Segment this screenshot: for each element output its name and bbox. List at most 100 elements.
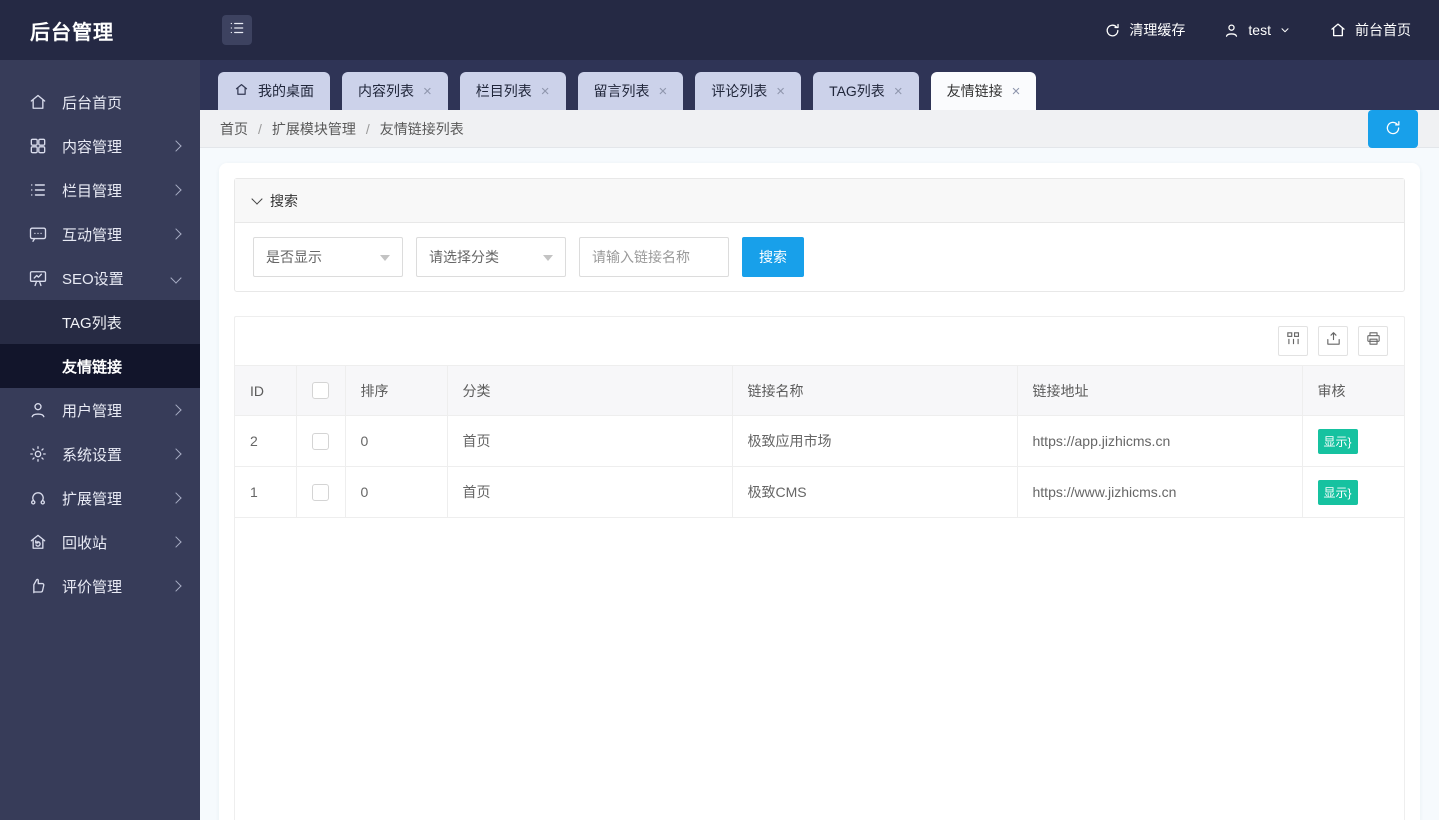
close-icon[interactable]: ×	[776, 84, 785, 99]
tab-label: 我的桌面	[258, 83, 314, 99]
sidebar-item-label: 栏目管理	[62, 182, 123, 200]
table-toolbar	[235, 317, 1404, 365]
page-refresh-button[interactable]	[1368, 110, 1418, 148]
content-icon	[28, 136, 48, 156]
sidebar-item-content[interactable]: 内容管理	[0, 124, 200, 168]
tab-message-list[interactable]: 留言列表 ×	[577, 72, 684, 110]
extension-icon	[28, 488, 48, 508]
user-icon	[1223, 22, 1240, 39]
sidebar-item-label: 用户管理	[62, 402, 123, 420]
cell-id: 2	[235, 415, 297, 467]
tab-bar: 我的桌面 内容列表 × 栏目列表 × 留言列表 × 评论列表 × TAG列表 ×	[200, 60, 1439, 110]
sidebar-item-interaction[interactable]: 互动管理	[0, 212, 200, 256]
export-button[interactable]	[1318, 326, 1348, 356]
header-actions: 清理缓存 test 前台首页	[1104, 20, 1439, 40]
col-header-id: ID	[235, 365, 297, 416]
breadcrumb-extension-module[interactable]: 扩展模块管理	[272, 119, 356, 139]
sidebar-item-columns[interactable]: 栏目管理	[0, 168, 200, 212]
search-panel: 搜索 是否显示 请选择分类 搜索	[234, 178, 1405, 292]
col-header-audit: 审核	[1301, 365, 1404, 416]
close-icon[interactable]: ×	[894, 84, 903, 99]
sidebar-item-label: SEO设置	[62, 270, 124, 288]
select-all-checkbox[interactable]	[311, 382, 329, 400]
sidebar-item-label: 评价管理	[62, 578, 123, 596]
chevron-right-icon	[170, 580, 182, 592]
home-icon	[1329, 21, 1347, 39]
seo-icon	[28, 268, 48, 288]
tab-comment-list[interactable]: 评论列表 ×	[695, 72, 802, 110]
close-icon[interactable]: ×	[659, 84, 668, 99]
sidebar-subitem-tag-list[interactable]: TAG列表	[0, 300, 200, 344]
status-badge[interactable]: 显示}	[1317, 428, 1358, 454]
content-area: 搜索 是否显示 请选择分类 搜索	[200, 148, 1439, 820]
table-row: 1 0 首页 极致CMS https://www.jizhicms.cn 显示}	[235, 466, 1404, 518]
cell-id: 1	[235, 466, 297, 518]
show-filter-value: 是否显示	[266, 249, 322, 265]
sidebar-item-backend-home[interactable]: 后台首页	[0, 80, 200, 124]
admin-app: 后台管理 清理缓存 test 前台首页 后台首页 内容管理 栏目管理 互动管理 …	[0, 0, 1439, 820]
tab-column-list[interactable]: 栏目列表 ×	[459, 72, 566, 110]
print-icon	[1365, 330, 1382, 352]
search-panel-body: 是否显示 请选择分类 搜索	[235, 223, 1404, 291]
print-button[interactable]	[1358, 326, 1388, 356]
sidebar-item-extensions[interactable]: 扩展管理	[0, 476, 200, 520]
refresh-icon	[1104, 22, 1121, 39]
tab-content-list[interactable]: 内容列表 ×	[342, 72, 448, 110]
columns-filter-button[interactable]	[1278, 326, 1308, 356]
home-icon	[28, 92, 48, 112]
close-icon[interactable]: ×	[423, 84, 432, 99]
sidebar-item-users[interactable]: 用户管理	[0, 388, 200, 432]
col-header-select	[295, 365, 346, 416]
sidebar-subitem-friend-links[interactable]: 友情链接	[0, 344, 200, 388]
cell-category: 首页	[446, 466, 733, 518]
col-header-link-name: 链接名称	[731, 365, 1018, 416]
thumbs-up-icon	[28, 576, 48, 596]
friend-links-table: ID 排序 分类 链接名称 链接地址 审核 2 0 首页 极致应用市场 http…	[235, 365, 1404, 518]
top-header: 后台管理 清理缓存 test 前台首页	[0, 0, 1439, 60]
chevron-down-icon	[251, 192, 263, 205]
close-icon[interactable]: ×	[541, 84, 550, 99]
sidebar-item-recycle-bin[interactable]: 回收站	[0, 520, 200, 564]
cell-category: 首页	[446, 415, 733, 467]
breadcrumb-bar: 首页 / 扩展模块管理 / 友情链接列表	[200, 110, 1439, 148]
caret-down-icon	[380, 255, 390, 261]
category-filter-select[interactable]: 请选择分类	[416, 237, 566, 277]
status-badge[interactable]: 显示}	[1317, 479, 1358, 505]
clear-cache-button[interactable]: 清理缓存	[1104, 20, 1185, 40]
tab-my-desktop[interactable]: 我的桌面	[218, 72, 330, 110]
breadcrumb-home[interactable]: 首页	[220, 119, 248, 139]
home-icon	[234, 82, 249, 100]
row-checkbox[interactable]	[311, 483, 329, 501]
cell-sort: 0	[344, 415, 448, 467]
front-home-link[interactable]: 前台首页	[1329, 20, 1411, 40]
show-filter-select[interactable]: 是否显示	[253, 237, 403, 277]
tab-friend-links[interactable]: 友情链接 ×	[930, 72, 1037, 110]
search-button[interactable]: 搜索	[742, 237, 804, 277]
tab-tag-list[interactable]: TAG列表 ×	[813, 72, 919, 110]
col-header-link-url: 链接地址	[1016, 365, 1303, 416]
user-menu[interactable]: test	[1223, 22, 1291, 39]
sidebar-toggle-button[interactable]	[222, 15, 252, 45]
breadcrumb-separator: /	[365, 120, 370, 137]
search-panel-header[interactable]: 搜索	[235, 179, 1404, 223]
category-filter-value: 请选择分类	[429, 249, 499, 265]
sidebar-item-system-settings[interactable]: 系统设置	[0, 432, 200, 476]
chevron-right-icon	[170, 184, 182, 196]
chevron-right-icon	[170, 140, 182, 152]
link-name-input[interactable]	[579, 237, 729, 277]
search-panel-title: 搜索	[270, 192, 298, 209]
sidebar-item-seo[interactable]: SEO设置	[0, 256, 200, 300]
col-header-category: 分类	[446, 365, 733, 416]
content-card: 搜索 是否显示 请选择分类 搜索	[219, 163, 1420, 820]
col-header-sort: 排序	[344, 365, 448, 416]
row-checkbox[interactable]	[311, 432, 329, 450]
table-panel: ID 排序 分类 链接名称 链接地址 审核 2 0 首页 极致应用市场 http…	[234, 316, 1405, 820]
export-icon	[1325, 330, 1342, 352]
sidebar-subitem-label: 友情链接	[62, 358, 123, 376]
refresh-icon	[1384, 119, 1402, 140]
table-header-row: ID 排序 分类 链接名称 链接地址 审核	[235, 365, 1404, 416]
close-icon[interactable]: ×	[1012, 84, 1021, 99]
sidebar-item-reviews[interactable]: 评价管理	[0, 564, 200, 608]
sidebar-item-label: 回收站	[62, 534, 108, 552]
cell-audit: 显示}	[1301, 415, 1404, 467]
